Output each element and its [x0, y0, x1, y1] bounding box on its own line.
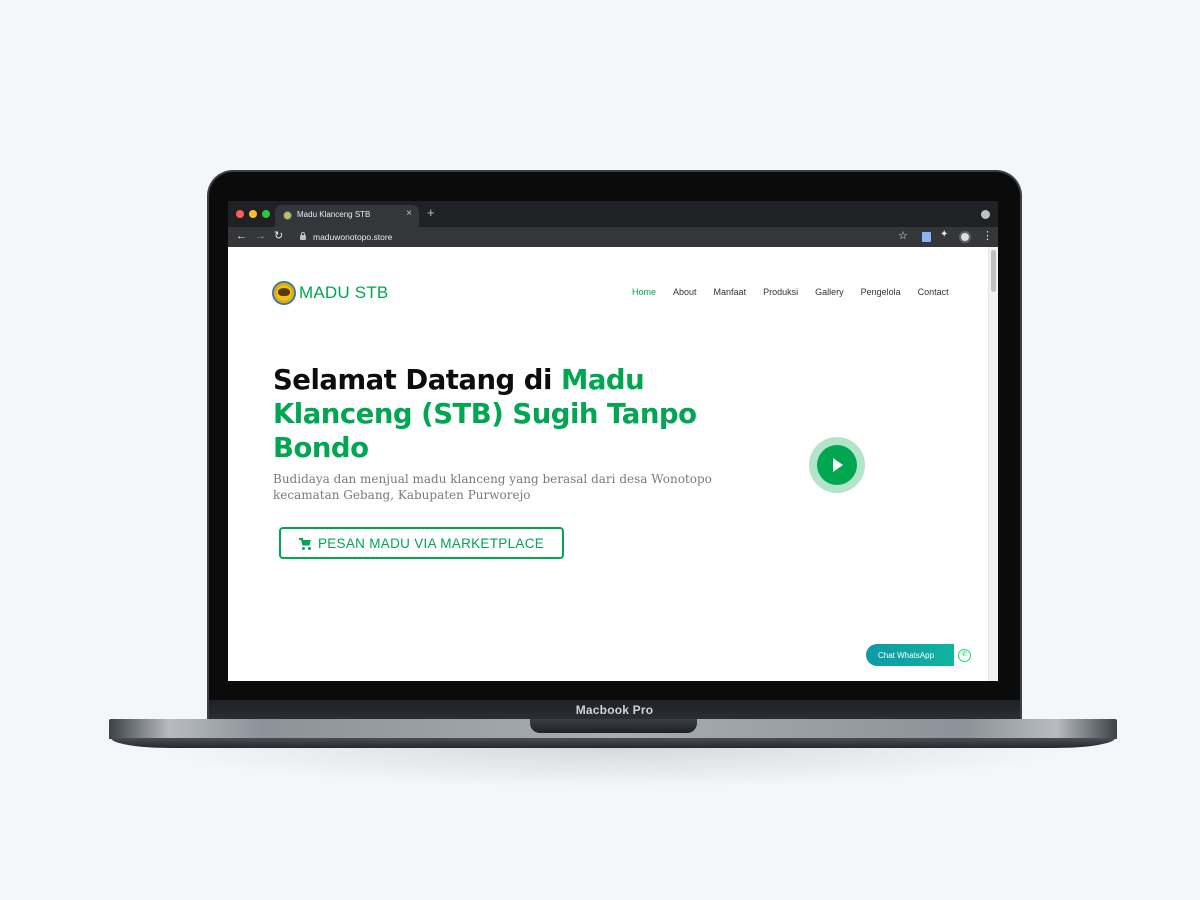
favicon-icon [283, 211, 292, 220]
nav-produksi[interactable]: Produksi [763, 287, 798, 297]
browser-window: Madu Klanceng STB × + ← → ↻ maduwonotopo… [228, 201, 998, 681]
forward-icon[interactable]: → [255, 230, 266, 243]
new-tab-icon[interactable]: + [427, 206, 435, 219]
address-bar[interactable]: maduwonotopo.store [291, 229, 916, 245]
nav-contact[interactable]: Contact [918, 287, 949, 297]
laptop-base-bottom [111, 738, 1115, 748]
page-scrollbar[interactable] [988, 247, 998, 681]
whatsapp-label: Chat WhatsApp [878, 650, 935, 660]
play-video-button[interactable] [809, 437, 865, 493]
web-page: MADU STB Home About Manfaat Produksi Gal… [228, 247, 998, 681]
browser-toolbar: ← → ↻ maduwonotopo.store ☆ ✦ ⋮ [228, 227, 998, 247]
nav-manfaat[interactable]: Manfaat [714, 287, 747, 297]
laptop-notch [530, 719, 697, 733]
hero-subtitle: Budidaya dan menjual madu klanceng yang … [273, 472, 712, 502]
avatar-icon[interactable] [959, 231, 971, 243]
bee-logo-icon [272, 281, 296, 305]
nav-gallery[interactable]: Gallery [815, 287, 844, 297]
puzzle-icon[interactable]: ✦ [940, 229, 948, 240]
back-icon[interactable]: ← [236, 230, 247, 243]
hero-title-part1: Selamat Datang di [273, 364, 561, 396]
scrollbar-thumb[interactable] [991, 250, 996, 292]
extension-icon[interactable] [922, 232, 931, 242]
maximize-window-button[interactable] [262, 210, 270, 218]
reload-icon[interactable]: ↻ [274, 230, 283, 243]
tab-close-icon[interactable]: × [406, 209, 412, 219]
cart-icon [298, 537, 312, 550]
browser-tab[interactable]: Madu Klanceng STB × [275, 205, 419, 227]
main-nav: Home About Manfaat Produksi Gallery Peng… [632, 287, 966, 297]
lock-icon[interactable] [300, 232, 306, 240]
menu-icon[interactable]: ⋮ [982, 229, 993, 242]
url-text[interactable]: maduwonotopo.store [313, 232, 392, 242]
tab-search-icon[interactable] [981, 210, 990, 219]
device-label: Macbook Pro [575, 703, 654, 717]
play-button-circle [817, 445, 857, 485]
cta-label: PESAN MADU VIA MARKETPLACE [317, 535, 545, 551]
tab-bar: Madu Klanceng STB × + [228, 201, 998, 227]
star-icon[interactable]: ☆ [898, 229, 908, 242]
chat-whatsapp-button[interactable]: Chat WhatsApp [866, 644, 954, 666]
laptop-chin: Macbook Pro [209, 700, 1020, 720]
tab-title: Madu Klanceng STB [297, 210, 371, 219]
whatsapp-icon[interactable]: ✆ [958, 649, 971, 662]
hero-title: Selamat Datang di Madu Klanceng (STB) Su… [273, 363, 733, 465]
play-icon [833, 458, 843, 472]
nav-about[interactable]: About [673, 287, 697, 297]
minimize-window-button[interactable] [249, 210, 257, 218]
logo-text: MADU STB [299, 283, 389, 302]
laptop-shadow [150, 748, 1075, 788]
order-marketplace-button[interactable]: PESAN MADU VIA MARKETPLACE [279, 527, 564, 559]
nav-home[interactable]: Home [632, 287, 656, 297]
nav-pengelola[interactable]: Pengelola [861, 287, 901, 297]
close-window-button[interactable] [236, 210, 244, 218]
